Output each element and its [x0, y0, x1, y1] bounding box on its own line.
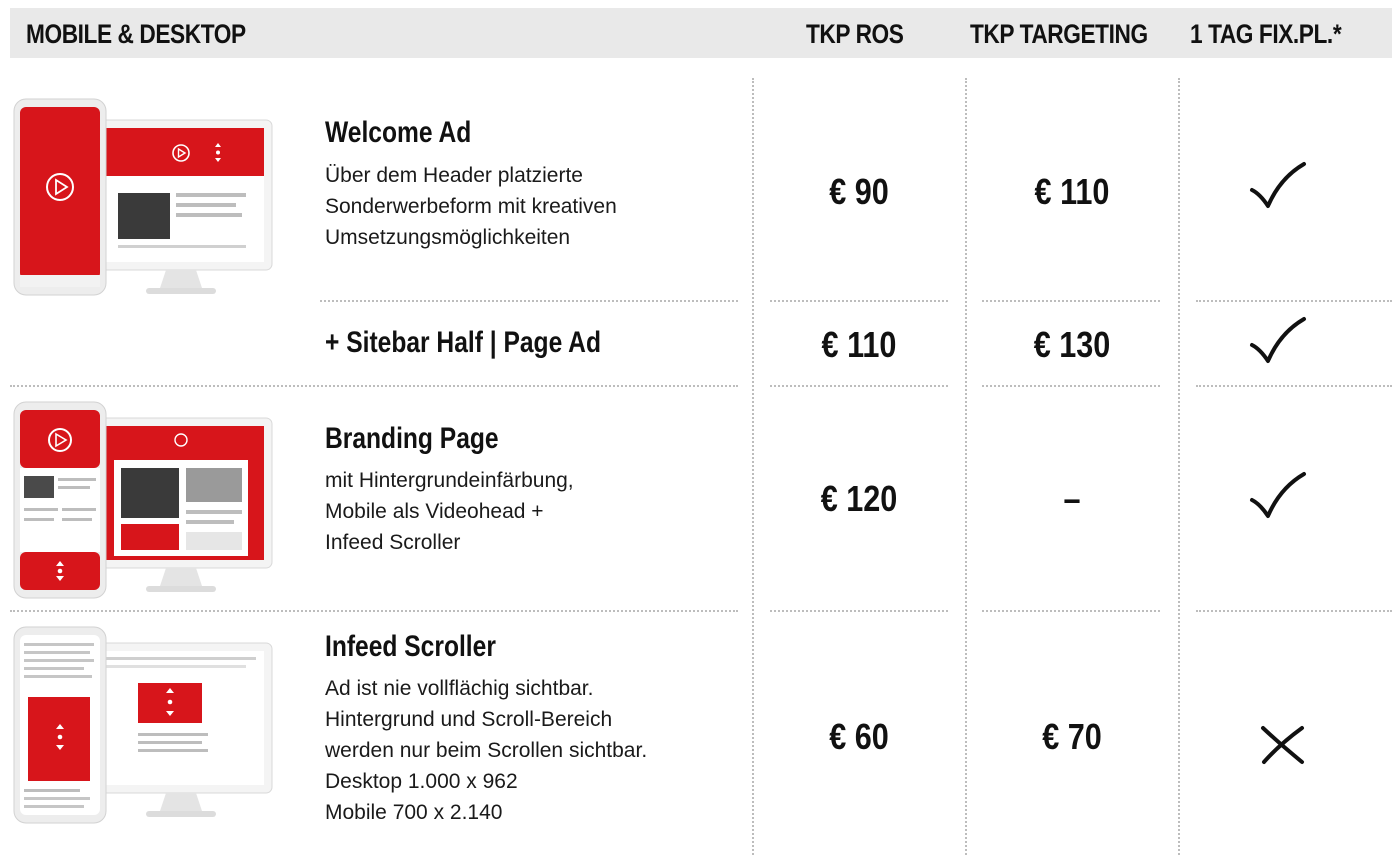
column-divider — [752, 78, 754, 855]
price-tkp-ros: € 110 — [821, 324, 897, 365]
check-icon — [1250, 317, 1306, 363]
row-divider — [1196, 385, 1392, 387]
row-divider — [770, 300, 948, 302]
column-divider — [965, 78, 967, 855]
price-tkp-targeting: – — [1063, 478, 1081, 519]
row-divider — [982, 385, 1160, 387]
product-title: Infeed Scroller — [325, 630, 496, 663]
product-description-line: Mobile als Videohead + — [325, 500, 544, 523]
section-title: MOBILE & DESKTOP — [26, 19, 246, 49]
row-divider — [1196, 610, 1392, 612]
product-title: + Sitebar Half | Page Ad — [325, 326, 601, 359]
product-description-line: werden nur beim Scrollen sichtbar. — [325, 739, 648, 762]
product-description-line: mit Hintergrundeinfärbung, — [325, 469, 574, 492]
product-description-line: Sonderwerbeform mit kreativen — [325, 195, 617, 218]
price-tkp-targeting: € 70 — [1042, 716, 1102, 757]
product-description-line: Mobile 700 x 2.140 — [325, 801, 503, 824]
price-tkp-ros: € 120 — [820, 478, 898, 519]
row-divider — [770, 610, 948, 612]
column-header-tkp-targeting: TKP TARGETING — [970, 19, 1148, 49]
product-title: Welcome Ad — [325, 116, 472, 149]
product-description-line: Ad ist nie vollflächig sichtbar. — [325, 677, 594, 700]
row-divider — [10, 610, 738, 612]
price-tkp-ros: € 60 — [829, 716, 889, 757]
price-tkp-targeting: € 110 — [1034, 171, 1110, 212]
column-divider — [1178, 78, 1180, 855]
price-tkp-targeting: € 130 — [1033, 324, 1111, 365]
product-description-line: Über dem Header platzierte — [325, 164, 583, 187]
row-divider — [982, 300, 1160, 302]
infeed-scroller-preview-image — [13, 626, 273, 824]
row-divider — [1196, 300, 1392, 302]
product-description-line: Desktop 1.000 x 962 — [325, 770, 518, 793]
welcome-ad-preview-image — [13, 98, 273, 296]
row-divider — [10, 385, 738, 387]
product-description-line: Umsetzungsmöglichkeiten — [325, 226, 571, 249]
product-title: Branding Page — [325, 422, 499, 455]
cross-icon — [1261, 726, 1304, 764]
check-icon — [1250, 162, 1306, 208]
product-description-line: Hintergrund und Scroll-Bereich — [325, 708, 613, 731]
price-tkp-ros: € 90 — [829, 171, 889, 212]
row-divider — [320, 300, 738, 302]
column-header-fixplatzierung: 1 TAG FIX.PL.* — [1190, 19, 1342, 49]
check-icon — [1250, 472, 1306, 518]
branding-page-preview-image — [13, 401, 273, 599]
column-header-tkp-ros: TKP ROS — [806, 19, 904, 49]
product-description-line: Infeed Scroller — [325, 531, 461, 554]
row-divider — [982, 610, 1160, 612]
row-divider — [770, 385, 948, 387]
